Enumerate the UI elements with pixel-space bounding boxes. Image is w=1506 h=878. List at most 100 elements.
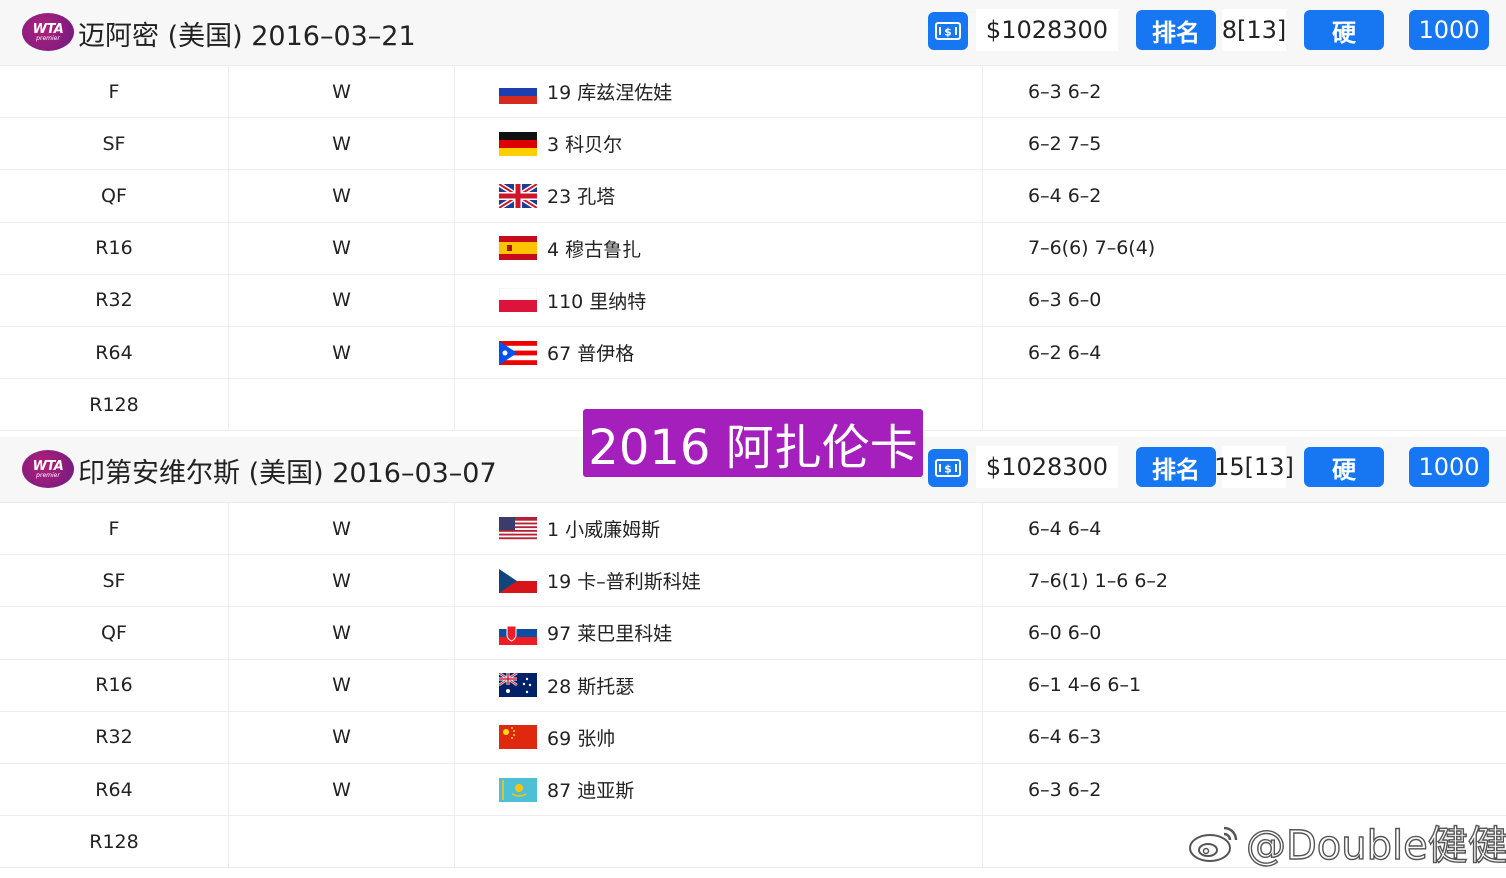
logo-subtext: premier (36, 471, 60, 479)
rank-button[interactable]: 排名 (1136, 447, 1216, 487)
opponent-name[interactable]: 110 里纳特 (547, 287, 646, 314)
tournament-header: WTA premier 迈阿密 (美国) 2016–03–21 $ $10283… (0, 0, 1506, 66)
match-row: R64 W 87 迪亚斯 6–3 6–2 (0, 763, 1506, 817)
tournament-block: WTA premier 迈阿密 (美国) 2016–03–21 $ $10283… (0, 0, 1506, 432)
match-result: W (229, 326, 455, 379)
points-button[interactable]: 1000 (1409, 10, 1489, 50)
match-row: QF W 23 孔塔 6–4 6–2 (0, 170, 1506, 223)
surface-button[interactable]: 硬 (1304, 447, 1384, 487)
weibo-icon (1189, 826, 1238, 862)
match-round: F (0, 66, 229, 118)
match-round: R64 (0, 763, 229, 816)
match-score: 6–2 6–4 (1028, 341, 1102, 364)
opponent-name[interactable]: 97 莱巴里科娃 (547, 619, 672, 646)
match-opponent-cell: 23 孔塔 (455, 170, 983, 222)
surface-button[interactable]: 硬 (1304, 10, 1384, 50)
opponent-name[interactable]: 28 斯托瑟 (547, 672, 634, 699)
opponent-name[interactable]: 19 卡–普利斯科娃 (547, 567, 701, 594)
tournament-block: WTA premier 印第安维尔斯 (美国) 2016–03–07 $ $10… (0, 437, 1506, 869)
match-row: R16 W 28 斯托瑟 6–1 4–6 6–1 (0, 659, 1506, 712)
match-round: SF (0, 555, 229, 607)
slovakia-flag-icon (499, 620, 537, 645)
match-row: R32 W 69 张帅 6–4 6–3 (0, 711, 1506, 764)
opponent-name[interactable]: 1 小威廉姆斯 (547, 515, 660, 542)
puerto-rico-flag-icon (499, 340, 537, 365)
match-result: W (229, 170, 455, 222)
opponent-name[interactable]: 3 科贝尔 (547, 130, 622, 157)
kazakhstan-flag-icon (499, 777, 537, 802)
match-result: W (229, 118, 455, 170)
match-row: QF W 97 莱巴里科娃 6–0 6–0 (0, 607, 1506, 660)
opponent-name[interactable]: 69 张帅 (547, 724, 615, 751)
match-result: W (229, 763, 455, 816)
match-score: 6–1 4–6 6–1 (1028, 674, 1142, 697)
watermark-text: @Double健健 (1245, 822, 1506, 869)
match-result: W (229, 555, 455, 607)
tournament-title: 迈阿密 (美国) 2016–03–21 (78, 21, 416, 52)
logo-text: WTA (32, 458, 64, 474)
match-score: 7–6(6) 7–6(4) (1028, 237, 1156, 260)
match-score: 6–4 6–3 (1028, 726, 1102, 749)
match-list: F W 19 库兹涅佐娃 6–3 6–2 SF W 3 科贝尔 6–2 7–5 QF W 23 孔塔… (0, 66, 1506, 432)
china-flag-icon (499, 725, 537, 750)
match-result: W (229, 607, 455, 659)
prize-money: $1028300 (976, 446, 1118, 488)
match-result: W (229, 222, 455, 274)
match-opponent-cell: 110 里纳特 (455, 274, 983, 326)
match-round: R128 (0, 816, 229, 868)
opponent-name[interactable]: 19 库兹涅佐娃 (547, 78, 672, 105)
points-button[interactable]: 1000 (1409, 447, 1489, 487)
match-score: 6–4 6–4 (1028, 517, 1102, 540)
svg-text:$: $ (944, 26, 952, 39)
match-row: FW 1 小威廉姆斯 6–4 6–4 (0, 503, 1506, 556)
match-opponent-cell: 28 斯托瑟 (455, 659, 983, 711)
match-row: R32 W 110 里纳特 6–3 6–0 (0, 274, 1506, 327)
germany-flag-icon (499, 131, 537, 156)
match-round: R64 (0, 326, 229, 379)
match-score: 6–3 6–0 (1028, 289, 1102, 312)
opponent-name[interactable]: 4 穆古鲁扎 (547, 235, 641, 262)
opponent-name[interactable]: 23 孔塔 (547, 182, 615, 209)
match-score: 6–3 6–2 (1028, 778, 1102, 801)
match-round: F (0, 503, 229, 555)
match-row: SF W 19 卡–普利斯科娃 7–6(1) 1–6 6–2 (0, 555, 1506, 608)
match-row: R16 W 4 穆古鲁扎 7–6(6) 7–6(4) (0, 222, 1506, 275)
match-result: W (229, 659, 455, 711)
match-opponent-cell: 4 穆古鲁扎 (455, 222, 983, 274)
wta-logo: WTA premier (22, 13, 74, 51)
match-round: SF (0, 118, 229, 170)
australia-flag-icon (499, 673, 537, 698)
opponent-name[interactable]: 67 普伊格 (547, 339, 634, 366)
logo-text: WTA (32, 21, 64, 37)
logo-subtext: premier (36, 34, 60, 42)
match-score (983, 379, 1506, 430)
watermark: @Double健健 (1186, 818, 1506, 870)
match-score: 6–4 6–2 (1028, 184, 1102, 207)
rank-button[interactable]: 排名 (1136, 10, 1216, 50)
match-opponent-cell: 1 小威廉姆斯 (455, 503, 983, 555)
overlay-title: 2016 阿扎伦卡 (583, 409, 923, 477)
prize-money: $1028300 (976, 9, 1118, 51)
svg-text:$: $ (944, 463, 952, 476)
match-opponent-cell: 19 卡–普利斯科娃 (455, 555, 983, 607)
poland-flag-icon (499, 288, 537, 313)
match-result: W (229, 503, 455, 555)
match-row: R64 W 67 普伊格 6–2 6–4 (0, 326, 1506, 380)
opponent-name[interactable]: 87 迪亚斯 (547, 776, 634, 803)
wta-logo: WTA premier (22, 450, 74, 488)
match-round: R16 (0, 222, 229, 274)
match-opponent-cell: 87 迪亚斯 (455, 763, 983, 816)
tournament-title: 印第安维尔斯 (美国) 2016–03–07 (78, 458, 497, 489)
match-result: W (229, 274, 455, 326)
money-icon[interactable]: $ (928, 449, 968, 487)
match-score: 6–3 6–2 (1028, 80, 1102, 103)
match-score: 6–0 6–0 (1028, 621, 1102, 644)
match-result (229, 816, 455, 868)
match-result (229, 379, 455, 431)
match-round: R32 (0, 274, 229, 326)
czech-flag-icon (499, 568, 537, 593)
match-opponent-cell: 19 库兹涅佐娃 (455, 66, 983, 118)
match-opponent-cell: 67 普伊格 (455, 326, 983, 379)
match-score: 7–6(1) 1–6 6–2 (1028, 569, 1169, 592)
money-icon[interactable]: $ (928, 12, 968, 50)
